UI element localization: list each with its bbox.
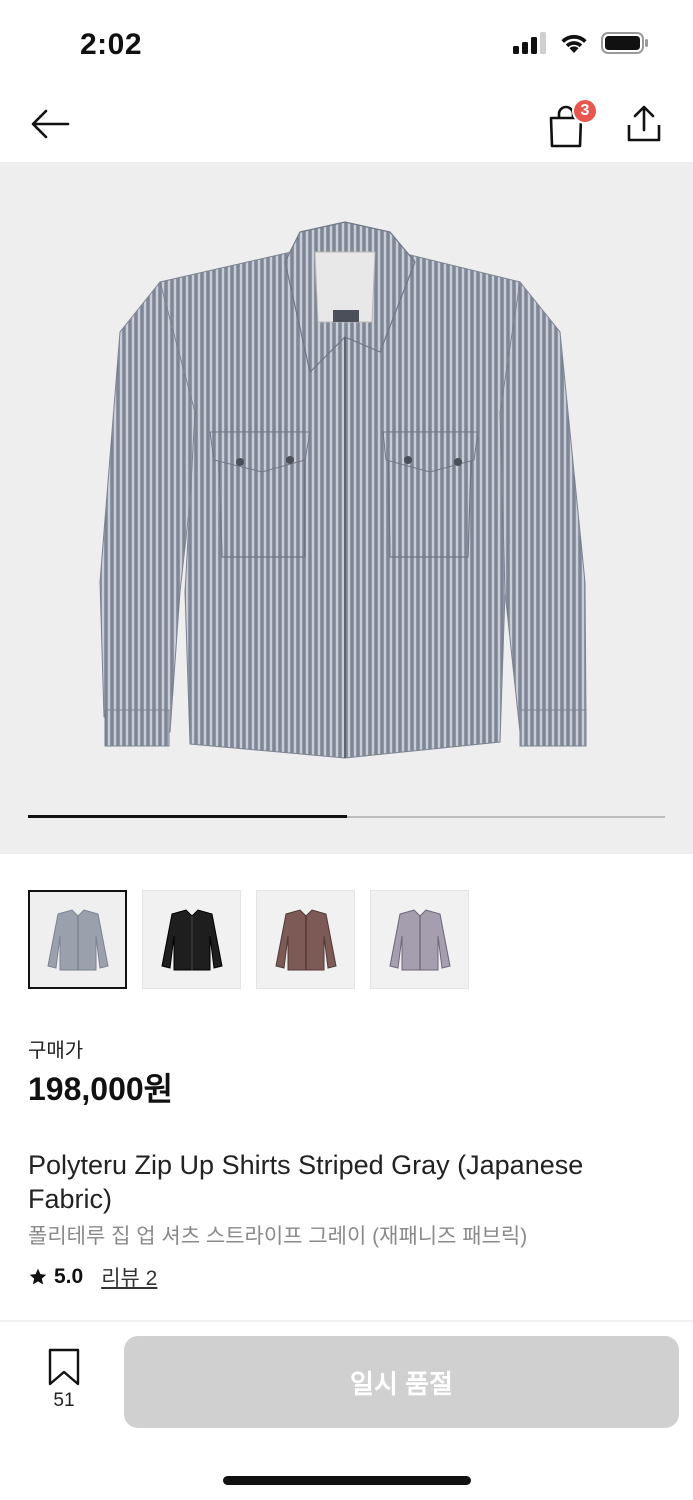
price-value: 198,000원 xyxy=(28,1071,174,1107)
brown-check-shirt-thumbnail xyxy=(274,908,337,970)
image-progress-bar xyxy=(28,815,665,818)
price-label: 구매가 xyxy=(28,1040,84,1062)
product-title-korean: 폴리테루 집 업 셔츠 스트라이프 그레이 (재패니즈 패브릭) xyxy=(28,1225,528,1248)
bookmark-count: 51 xyxy=(53,1390,75,1411)
nav-bar: 3 xyxy=(0,90,693,162)
bookmark-icon xyxy=(48,1348,80,1386)
sold-out-button[interactable]: 일시 품절 xyxy=(124,1336,679,1428)
footer-divider xyxy=(0,1320,693,1322)
product-image-carousel[interactable] xyxy=(0,162,693,854)
back-button[interactable] xyxy=(26,100,74,148)
status-bar: 2:02 xyxy=(0,0,693,90)
home-indicator xyxy=(223,1476,471,1485)
status-icons xyxy=(513,32,649,54)
gray-check-shirt-thumbnail xyxy=(388,908,451,970)
share-icon xyxy=(627,105,661,142)
thumbnail-brown-check[interactable] xyxy=(256,890,355,989)
cart-count-badge: 3 xyxy=(572,98,598,124)
gray-striped-shirt-thumbnail xyxy=(46,908,109,970)
share-button[interactable] xyxy=(620,98,668,150)
back-arrow-icon xyxy=(31,109,70,139)
rating-row: 5.0 리뷰 2 xyxy=(28,1262,157,1292)
review-link[interactable]: 리뷰 2 xyxy=(101,1262,157,1292)
thumbnail-black[interactable] xyxy=(142,890,241,989)
thumbnail-list xyxy=(28,890,469,989)
thumbnail-gray-check[interactable] xyxy=(370,890,469,989)
rating-value: 5.0 xyxy=(54,1265,84,1288)
bookmark-button[interactable]: 51 xyxy=(40,1348,88,1412)
star-icon xyxy=(29,1268,47,1285)
product-title-english: Polyteru Zip Up Shirts Striped Gray (Jap… xyxy=(28,1150,584,1214)
black-shirt-thumbnail xyxy=(160,908,223,970)
status-time: 2:02 xyxy=(80,28,143,61)
image-progress-fill xyxy=(28,815,347,818)
cart-button[interactable]: 3 xyxy=(540,98,598,150)
wifi-icon xyxy=(561,34,587,53)
product-image xyxy=(99,221,587,759)
signal-icon xyxy=(513,32,546,54)
thumbnail-gray-striped[interactable] xyxy=(28,890,127,989)
battery-icon xyxy=(601,32,648,54)
